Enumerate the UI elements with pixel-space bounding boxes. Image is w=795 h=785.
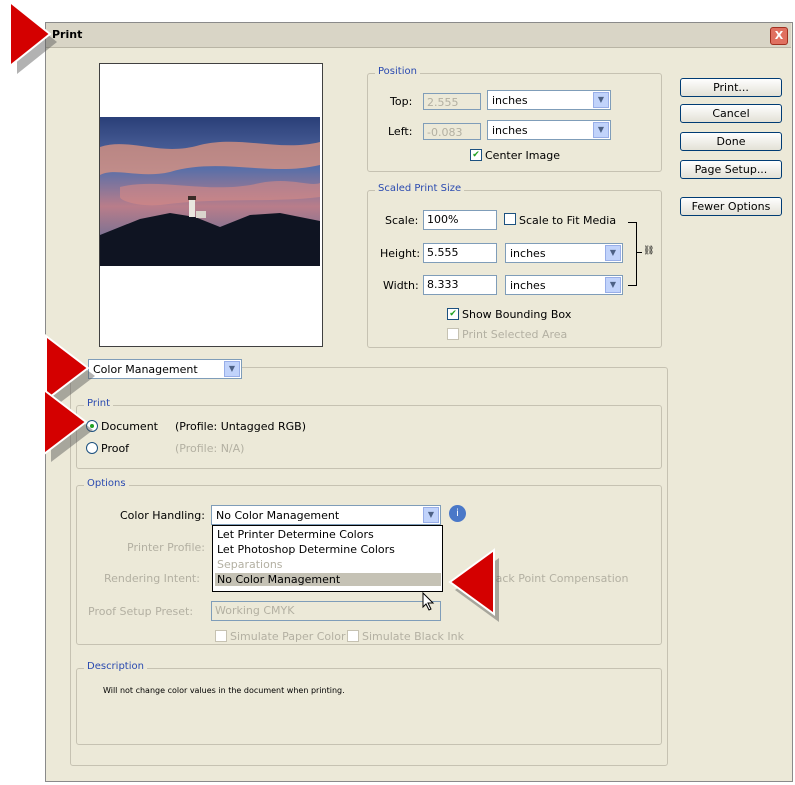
info-icon[interactable]: i xyxy=(449,505,466,522)
height-label: Height: xyxy=(380,247,421,260)
constrain-bracket xyxy=(628,222,637,286)
print-selected-area-label: Print Selected Area xyxy=(462,328,568,341)
width-label: Width: xyxy=(383,279,419,292)
scale-to-fit-label: Scale to Fit Media xyxy=(519,214,617,227)
proof-profile: (Profile: N/A) xyxy=(175,442,245,455)
black-point-label: Black Point Compensation xyxy=(485,572,629,585)
scale-to-fit-checkbox[interactable] xyxy=(504,213,516,225)
proof-label: Proof xyxy=(101,442,130,455)
show-bounding-box-checkbox[interactable]: ✔ xyxy=(447,308,459,320)
proof-setup-label: Proof Setup Preset: xyxy=(88,605,194,618)
description-legend: Description xyxy=(84,661,147,672)
left-unit-select[interactable]: inches ▼ xyxy=(487,120,611,140)
section-select[interactable]: Color Management ▼ xyxy=(88,359,242,379)
position-legend: Position xyxy=(375,66,420,77)
document-label: Document xyxy=(101,420,158,433)
left-field[interactable]: -0.083 xyxy=(423,123,481,140)
chevron-down-icon: ▼ xyxy=(593,122,609,138)
scaled-print-size-legend: Scaled Print Size xyxy=(375,183,465,194)
show-bounding-box-label: Show Bounding Box xyxy=(462,308,572,321)
cancel-button[interactable]: Cancel xyxy=(680,104,782,123)
width-unit-select[interactable]: inches ▼ xyxy=(505,275,623,295)
document-profile: (Profile: Untagged RGB) xyxy=(175,420,306,433)
section-select-value: Color Management xyxy=(93,363,198,376)
print-button[interactable]: Print... xyxy=(680,78,782,97)
proof-setup-select[interactable]: Working CMYK xyxy=(211,601,441,621)
height-unit-select[interactable]: inches ▼ xyxy=(505,243,623,263)
width-field[interactable]: 8.333 xyxy=(423,275,497,295)
options-legend: Options xyxy=(84,478,129,489)
center-image-checkbox[interactable]: ✔ xyxy=(470,149,482,161)
top-unit-select[interactable]: inches ▼ xyxy=(487,90,611,110)
scale-field[interactable]: 100% xyxy=(423,210,497,230)
chevron-down-icon: ▼ xyxy=(423,507,439,523)
height-unit-value: inches xyxy=(510,247,546,260)
close-button[interactable]: X xyxy=(770,27,788,45)
preview-image xyxy=(100,117,320,266)
simulate-paper-checkbox[interactable] xyxy=(215,630,227,642)
simulate-black-label: Simulate Black Ink xyxy=(362,630,464,643)
dropdown-item-selected[interactable]: No Color Management xyxy=(215,573,441,586)
top-field[interactable]: 2.555 xyxy=(423,93,481,110)
callout-arrow-icon xyxy=(36,387,98,466)
color-handling-value: No Color Management xyxy=(216,509,340,522)
left-label: Left: xyxy=(388,125,413,138)
simulate-paper-label: Simulate Paper Color xyxy=(230,630,346,643)
dropdown-item[interactable]: Separations xyxy=(215,558,441,571)
top-label: Top: xyxy=(390,95,413,108)
color-handling-dropdown: Let Printer Determine Colors Let Photosh… xyxy=(212,525,443,592)
chevron-down-icon: ▼ xyxy=(605,277,621,293)
center-image-label: Center Image xyxy=(485,149,560,162)
dropdown-item[interactable]: Let Photoshop Determine Colors xyxy=(215,543,441,556)
description-text: Will not change color values in the docu… xyxy=(103,686,345,695)
dropdown-item[interactable]: Let Printer Determine Colors xyxy=(215,528,441,541)
printer-profile-label: Printer Profile: xyxy=(127,541,205,554)
scale-label: Scale: xyxy=(385,214,419,227)
chevron-down-icon: ▼ xyxy=(224,361,240,377)
height-field[interactable]: 5.555 xyxy=(423,243,497,263)
description-group xyxy=(76,668,662,745)
color-handling-label: Color Handling: xyxy=(120,509,205,522)
color-handling-select[interactable]: No Color Management ▼ xyxy=(211,505,441,525)
callout-arrow-icon xyxy=(0,0,62,78)
left-unit-value: inches xyxy=(492,124,528,137)
print-group xyxy=(76,405,662,469)
top-unit-value: inches xyxy=(492,94,528,107)
rendering-intent-label: Rendering Intent: xyxy=(104,572,200,585)
title-bar[interactable] xyxy=(46,23,791,48)
chevron-down-icon: ▼ xyxy=(605,245,621,261)
done-button[interactable]: Done xyxy=(680,132,782,151)
link-icon: ⛓ xyxy=(643,246,655,256)
simulate-black-checkbox[interactable] xyxy=(347,630,359,642)
mouse-cursor-icon xyxy=(422,591,436,612)
fewer-options-button[interactable]: Fewer Options xyxy=(680,197,782,216)
bracket-tick xyxy=(636,252,642,253)
print-selected-area-checkbox[interactable] xyxy=(447,328,459,340)
callout-arrow-icon xyxy=(438,548,506,626)
width-unit-value: inches xyxy=(510,279,546,292)
page-setup-button[interactable]: Page Setup... xyxy=(680,160,782,179)
chevron-down-icon: ▼ xyxy=(593,92,609,108)
